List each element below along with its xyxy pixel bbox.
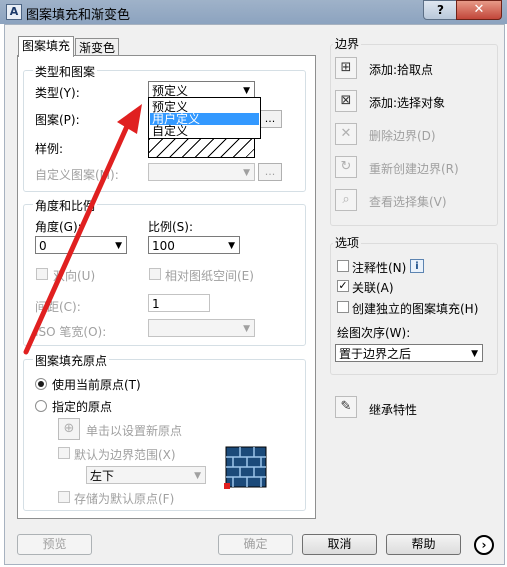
draw-order-combo[interactable]: 置于边界之后 ▼ bbox=[335, 344, 483, 362]
use-current-origin-label: 使用当前原点(T) bbox=[52, 378, 141, 392]
group-boundary-title: 边界 bbox=[333, 35, 362, 52]
pattern-label: 图案(P): bbox=[35, 113, 80, 127]
double-checkbox[interactable] bbox=[36, 268, 48, 280]
swatch-label: 样例: bbox=[35, 142, 64, 156]
view-selection-label[interactable]: 查看选择集(V) bbox=[369, 193, 447, 210]
help-title-button[interactable]: ? bbox=[423, 0, 458, 20]
spacing-label: 间距(C): bbox=[35, 300, 81, 314]
add-select-objects-label[interactable]: 添加:选择对象 bbox=[369, 94, 445, 111]
brick-preview-icon bbox=[224, 446, 267, 489]
window-title: 图案填充和渐变色 bbox=[26, 8, 131, 23]
annotative-label: 注释性(N) bbox=[352, 261, 407, 275]
iso-pen-combo[interactable]: ▼ bbox=[148, 319, 255, 337]
inherit-properties-icon[interactable]: ✎ bbox=[335, 396, 357, 418]
recreate-boundary-icon[interactable]: ↻ bbox=[335, 156, 357, 178]
group-type-pattern-title: 类型和图案 bbox=[33, 63, 98, 80]
use-current-origin-radio[interactable] bbox=[35, 378, 47, 390]
app-icon: A bbox=[6, 4, 22, 20]
set-origin-icon[interactable]: ⊕ bbox=[58, 418, 80, 440]
separate-hatch-label: 创建独立的图案填充(H) bbox=[352, 302, 479, 316]
store-default-label: 存储为默认原点(F) bbox=[74, 492, 175, 506]
group-origin-title: 图案填充原点 bbox=[33, 352, 110, 369]
specified-origin-radio[interactable] bbox=[35, 400, 47, 412]
store-default-checkbox[interactable] bbox=[58, 491, 70, 503]
type-label: 类型(Y): bbox=[35, 86, 80, 100]
spacing-value: 1 bbox=[152, 297, 160, 311]
chevron-down-icon: ▼ bbox=[471, 349, 478, 359]
select-objects-icon[interactable]: ⊠ bbox=[335, 90, 357, 112]
pattern-browse-button[interactable]: ... bbox=[258, 110, 282, 128]
associative-label: 关联(A) bbox=[352, 281, 394, 295]
angle-label: 角度(G): bbox=[35, 220, 82, 234]
tab-hatch[interactable]: 图案填充 bbox=[18, 36, 75, 57]
chevron-down-icon: ▼ bbox=[228, 241, 235, 251]
view-selection-icon[interactable]: ⌕ bbox=[335, 189, 357, 211]
draw-order-label: 绘图次序(W): bbox=[337, 326, 411, 340]
annotative-checkbox[interactable] bbox=[337, 260, 349, 272]
ok-button[interactable]: 确定 bbox=[218, 534, 293, 555]
chevron-down-icon: ▼ bbox=[243, 168, 250, 178]
angle-combo[interactable]: 0 ▼ bbox=[35, 236, 127, 254]
preview-button[interactable]: 预览 bbox=[17, 534, 92, 555]
iso-pen-label: ISO 笔宽(O): bbox=[35, 325, 107, 339]
add-pick-points-label[interactable]: 添加:拾取点 bbox=[369, 61, 433, 78]
more-options-button[interactable]: › bbox=[474, 535, 494, 555]
double-label: 双向(U) bbox=[53, 269, 96, 283]
type-dropdown-list[interactable]: 预定义 用户定义 自定义 bbox=[148, 97, 261, 139]
scale-combo[interactable]: 100 ▼ bbox=[148, 236, 240, 254]
inherit-properties-label[interactable]: 继承特性 bbox=[369, 401, 417, 418]
recreate-boundary-label[interactable]: 重新创建边界(R) bbox=[369, 160, 459, 177]
cancel-button[interactable]: 取消 bbox=[302, 534, 377, 555]
remove-boundary-icon[interactable]: ✕ bbox=[335, 123, 357, 145]
angle-value: 0 bbox=[39, 239, 47, 253]
group-options-title: 选项 bbox=[333, 234, 362, 251]
close-button[interactable]: ✕ bbox=[456, 0, 502, 20]
type-combo-value: 预定义 bbox=[152, 84, 189, 98]
hatch-swatch[interactable] bbox=[148, 138, 255, 158]
type-option-custom[interactable]: 自定义 bbox=[150, 125, 259, 137]
chevron-down-icon: ▼ bbox=[194, 471, 201, 481]
help-button[interactable]: 帮助 bbox=[386, 534, 461, 555]
custom-pattern-label: 自定义图案(M): bbox=[35, 168, 119, 182]
extent-value: 左下 bbox=[90, 469, 115, 483]
specified-origin-label: 指定的原点 bbox=[52, 400, 113, 414]
relative-paper-checkbox[interactable] bbox=[149, 268, 161, 280]
custom-browse-button[interactable]: ... bbox=[258, 163, 282, 181]
associative-checkbox[interactable]: ✓ bbox=[337, 280, 349, 292]
spacing-input[interactable]: 1 bbox=[148, 294, 210, 312]
default-extent-label: 默认为边界范围(X) bbox=[74, 448, 176, 462]
remove-boundary-label[interactable]: 删除边界(D) bbox=[369, 127, 436, 144]
pick-points-icon[interactable]: ⊞ bbox=[335, 57, 357, 79]
separate-hatch-checkbox[interactable] bbox=[337, 301, 349, 313]
relative-paper-label: 相对图纸空间(E) bbox=[165, 269, 254, 283]
info-icon[interactable]: i bbox=[410, 259, 424, 273]
extent-combo[interactable]: 左下 ▼ bbox=[86, 466, 206, 484]
scale-value: 100 bbox=[152, 239, 175, 253]
group-angle-scale-title: 角度和比例 bbox=[33, 197, 98, 214]
default-extent-checkbox[interactable] bbox=[58, 447, 70, 459]
chevron-down-icon: ▼ bbox=[243, 324, 250, 334]
custom-pattern-combo[interactable]: ▼ bbox=[148, 163, 255, 181]
draw-order-value: 置于边界之后 bbox=[339, 347, 412, 361]
click-set-origin-label: 单击以设置新原点 bbox=[86, 424, 183, 438]
scale-label: 比例(S): bbox=[148, 220, 194, 234]
chevron-down-icon: ▼ bbox=[115, 241, 122, 251]
